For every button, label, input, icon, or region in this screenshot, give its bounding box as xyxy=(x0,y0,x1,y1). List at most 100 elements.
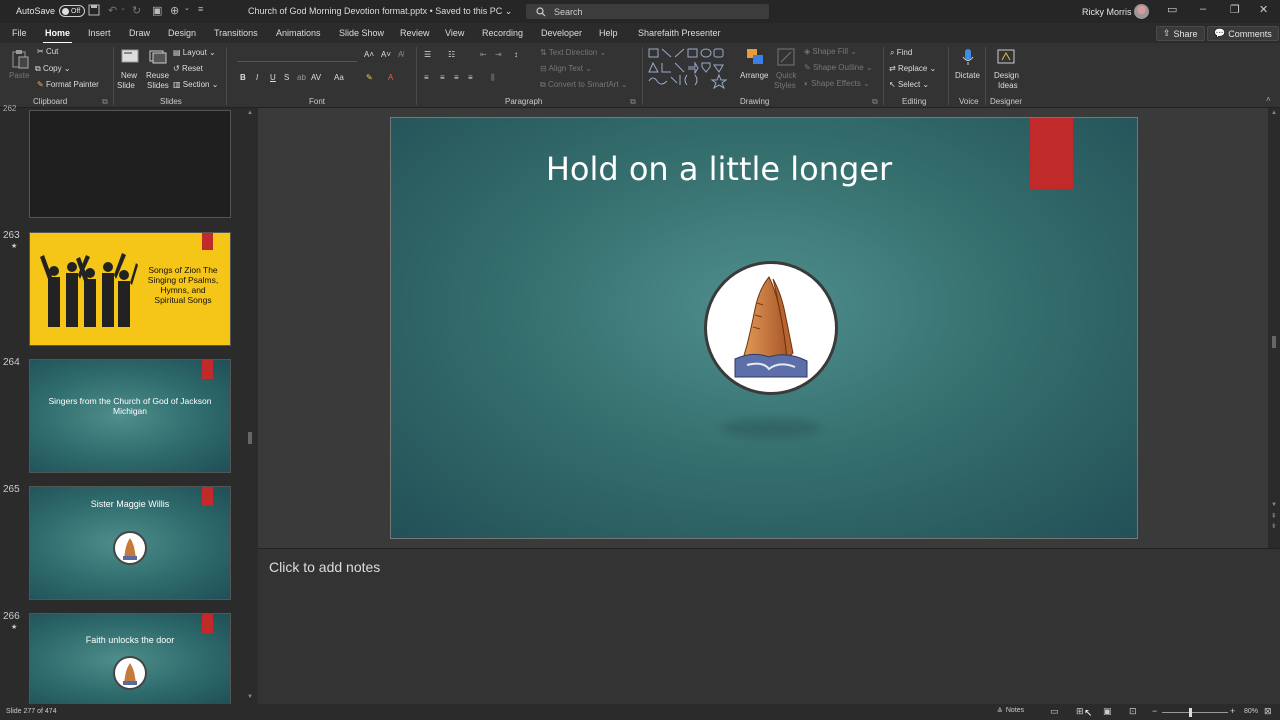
paste-icon[interactable] xyxy=(10,49,30,69)
align-left-icon[interactable]: ≡ xyxy=(424,73,429,82)
copy-button[interactable]: ⧉ Copy ⌄ xyxy=(35,64,71,74)
quick-styles-label-2[interactable]: Styles xyxy=(774,81,796,90)
select-button[interactable]: ↖ Select ⌄ xyxy=(889,80,929,89)
clipboard-launcher-icon[interactable]: ⧉ xyxy=(102,97,108,107)
current-slide[interactable]: Hold on a little longer xyxy=(390,117,1138,539)
strikethrough-icon[interactable]: S xyxy=(284,73,289,82)
clear-format-icon[interactable]: A̸ xyxy=(398,50,403,59)
fit-slide-icon[interactable]: ⊠ xyxy=(1264,706,1272,717)
praying-hands-image[interactable] xyxy=(704,261,838,395)
slide-title[interactable]: Hold on a little longer xyxy=(391,150,1047,188)
present-icon[interactable]: ▣ xyxy=(152,4,162,17)
next-slide-icon[interactable]: ⇟ xyxy=(1271,522,1277,530)
change-case-icon[interactable]: Aa xyxy=(334,73,344,82)
comments-button[interactable]: 💬 Comments xyxy=(1207,26,1279,41)
share-button[interactable]: ⇪ Share xyxy=(1156,26,1205,41)
paste-label[interactable]: Paste xyxy=(9,71,29,80)
scrollbar-thumb[interactable] xyxy=(1272,336,1276,348)
save-icon[interactable] xyxy=(88,4,100,19)
tab-design[interactable]: Design xyxy=(168,28,196,38)
customize-qat-icon[interactable]: ≡ xyxy=(198,4,203,14)
slide-thumbnail-266[interactable]: Faith unlocks the door xyxy=(29,613,231,706)
dictate-label[interactable]: Dictate xyxy=(955,71,980,80)
normal-view-icon[interactable]: ▭ xyxy=(1050,706,1059,717)
notes-button[interactable]: ≙ Notes xyxy=(997,707,1024,715)
touch-dropdown-icon[interactable]: ⌄ xyxy=(184,4,190,12)
tab-sharefaith-presenter[interactable]: Sharefaith Presenter xyxy=(638,28,721,38)
reset-button[interactable]: ↺ Reset xyxy=(173,64,203,73)
slide-show-icon[interactable]: ⊡ xyxy=(1129,706,1137,717)
char-spacing-icon[interactable]: ab xyxy=(297,73,306,82)
design-ideas-label-2[interactable]: Ideas xyxy=(998,81,1018,90)
zoom-in-icon[interactable]: + xyxy=(1230,706,1235,716)
notes-pane[interactable]: Click to add notes xyxy=(258,548,1280,706)
tab-recording[interactable]: Recording xyxy=(482,28,523,38)
shapes-gallery-icon[interactable] xyxy=(647,47,737,89)
tab-developer[interactable]: Developer xyxy=(541,28,582,38)
drawing-launcher-icon[interactable]: ⧉ xyxy=(872,97,878,107)
thumbnail-scrollbar[interactable]: ▲ ▼ xyxy=(246,110,254,704)
replace-button[interactable]: ⇄ Replace ⌄ xyxy=(889,64,936,73)
reuse-label-2[interactable]: Slides xyxy=(147,81,169,90)
increase-font-icon[interactable]: A˄ xyxy=(364,50,374,59)
previous-slide-icon[interactable]: ⇞ xyxy=(1271,512,1277,520)
scrollbar-thumb[interactable] xyxy=(248,432,252,444)
restore-icon[interactable]: ❐ xyxy=(1230,3,1240,16)
tab-transitions[interactable]: Transitions xyxy=(214,28,258,38)
touch-mode-icon[interactable]: ⊕ xyxy=(170,4,179,17)
slide-thumbnail-264[interactable]: Singers from the Church of God of Jackso… xyxy=(29,359,231,473)
undo-dropdown-icon[interactable]: ⌄ xyxy=(120,4,126,12)
shape-outline-button[interactable]: ✎ Shape Outline ⌄ xyxy=(804,63,873,72)
bullets-icon[interactable]: ☰ xyxy=(424,50,431,59)
collapse-ribbon-icon[interactable]: ˄ xyxy=(1266,95,1271,104)
italic-icon[interactable]: I xyxy=(256,73,258,82)
scroll-down-icon[interactable]: ▼ xyxy=(247,694,253,700)
design-ideas-label[interactable]: Design xyxy=(994,71,1019,80)
arrange-icon[interactable] xyxy=(745,47,765,67)
design-ideas-icon[interactable] xyxy=(996,47,1016,67)
section-button[interactable]: ▥ Section ⌄ xyxy=(173,80,218,89)
tab-review[interactable]: Review xyxy=(400,28,430,38)
slide-thumbnail-262[interactable] xyxy=(29,110,231,218)
reuse-label[interactable]: Reuse xyxy=(146,71,169,80)
zoom-level[interactable]: 80% xyxy=(1244,708,1258,715)
quick-styles-label[interactable]: Quick xyxy=(776,71,796,80)
redo-icon[interactable]: ↻ xyxy=(132,4,141,17)
notes-placeholder[interactable]: Click to add notes xyxy=(269,559,380,575)
find-button[interactable]: ⌕ Find xyxy=(890,48,912,58)
decrease-indent-icon[interactable]: ⇤ xyxy=(480,50,487,59)
zoom-slider-thumb[interactable] xyxy=(1189,708,1192,717)
format-painter-button[interactable]: ✎ Format Painter xyxy=(37,80,99,89)
char-spacing-dropdown-icon[interactable]: AV xyxy=(311,73,321,82)
slide-sorter-icon[interactable]: ⊞ xyxy=(1076,706,1084,717)
undo-icon[interactable]: ↶ xyxy=(108,4,117,17)
numbering-icon[interactable]: ☷ xyxy=(448,50,455,59)
tab-help[interactable]: Help xyxy=(599,28,618,38)
scroll-up-icon[interactable]: ▲ xyxy=(1271,110,1277,116)
autosave-toggle[interactable]: Off xyxy=(59,5,86,17)
scroll-up-icon[interactable]: ▲ xyxy=(247,110,253,116)
line-spacing-icon[interactable]: ↕ xyxy=(514,50,518,59)
tab-home[interactable]: Home xyxy=(42,28,73,44)
zoom-out-icon[interactable]: − xyxy=(1152,706,1157,716)
search-box[interactable]: Search xyxy=(526,4,769,19)
zoom-slider[interactable] xyxy=(1162,712,1228,713)
font-color-icon[interactable]: A xyxy=(388,73,393,82)
editor-scrollbar[interactable]: ▲ ▼ ⇞ ⇟ xyxy=(1268,108,1280,548)
tab-view[interactable]: View xyxy=(445,28,464,38)
new-slide-icon[interactable] xyxy=(120,47,140,67)
columns-icon[interactable]: ⫼ xyxy=(491,73,495,83)
decrease-font-icon[interactable]: A˅ xyxy=(381,50,391,59)
close-icon[interactable]: ✕ xyxy=(1259,3,1268,16)
avatar[interactable] xyxy=(1134,4,1149,19)
tab-insert[interactable]: Insert xyxy=(88,28,111,38)
layout-button[interactable]: ▤ Layout ⌄ xyxy=(173,48,216,57)
align-text-button[interactable]: ⊟ Align Text ⌄ xyxy=(540,64,592,73)
justify-icon[interactable]: ≡ xyxy=(468,73,473,82)
align-center-icon[interactable]: ≡ xyxy=(440,73,445,82)
scroll-down-icon[interactable]: ▼ xyxy=(1271,502,1277,508)
convert-smartart-button[interactable]: ⧉ Convert to SmartArt ⌄ xyxy=(540,80,628,90)
align-right-icon[interactable]: ≡ xyxy=(454,73,459,82)
ribbon-display-icon[interactable]: ▭ xyxy=(1167,3,1177,16)
cut-button[interactable]: ✂ Cut xyxy=(37,47,58,56)
